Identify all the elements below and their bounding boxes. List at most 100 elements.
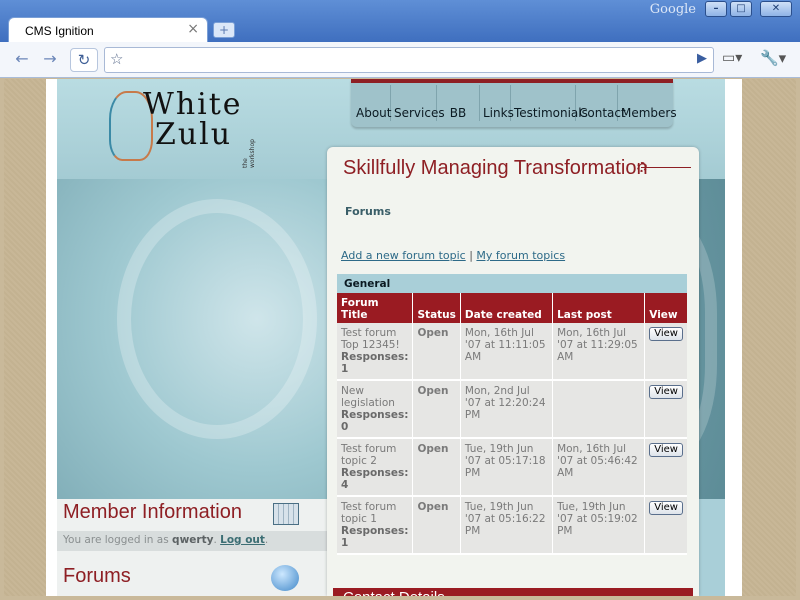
logo-word-2: Zulu: [155, 117, 233, 152]
table-row: Test forum topic 1 Responses: 1 Open Tue, …: [337, 496, 687, 555]
topic-title: New legislation: [341, 385, 395, 409]
nav-item-testimonials[interactable]: Testimonials: [511, 85, 588, 121]
table-row: Test forum Top 12345! Responses: 1 Open Mo…: [337, 323, 687, 381]
created-cell: Mon, 2nd Jul '07 at 12:20:24 PM: [460, 380, 554, 439]
member-info-heading: Member Information: [63, 501, 242, 523]
photo-figure: [117, 199, 317, 439]
view-button[interactable]: View: [649, 443, 683, 457]
page-viewport: White Zulu the workshop About Services B…: [4, 79, 796, 596]
view-cell: View: [644, 323, 687, 381]
calendar-icon: [273, 503, 299, 525]
view-button[interactable]: View: [649, 385, 683, 399]
last-post-cell: Mon, 16th Jul '07 at 11:29:05 AM: [552, 323, 646, 381]
created-cell: Tue, 19th Jun '07 at 05:17:18 PM: [460, 438, 554, 497]
add-topic-link[interactable]: Add a new forum topic: [341, 249, 466, 262]
nav-item-contact[interactable]: Contact: [576, 85, 626, 121]
created-cell: Mon, 16th Jul '07 at 11:11:05 AM: [460, 323, 554, 381]
site-logo[interactable]: White Zulu the workshop: [105, 87, 265, 177]
responses-label: Responses:: [341, 409, 409, 421]
topic-title: Test forum topic 1: [341, 501, 397, 525]
login-status: You are logged in as qwerty. Log out.: [57, 531, 327, 551]
view-cell: View: [644, 496, 687, 555]
view-cell: View: [644, 438, 687, 497]
sidebar: Member Information You are logged in as …: [57, 499, 327, 596]
google-label: Google: [649, 2, 696, 17]
title-ornament-line: [641, 167, 691, 168]
view-button[interactable]: View: [649, 501, 683, 515]
go-icon[interactable]: ▶: [697, 51, 707, 66]
status-cell: Open: [412, 496, 461, 555]
forum-table: General Forum Title Status Date created …: [337, 274, 687, 555]
link-separator: |: [469, 249, 473, 262]
topic-title: Test forum topic 2: [341, 443, 397, 467]
col-header-title: Forum Title: [337, 293, 414, 323]
topic-cell: New legislation Responses: 0: [337, 380, 414, 439]
logo-tagline: the workshop: [242, 139, 256, 168]
star-icon[interactable]: ☆: [110, 50, 123, 68]
topic-cell: Test forum Top 12345! Responses: 1: [337, 323, 414, 381]
topic-cell: Test forum topic 1 Responses: 1: [337, 496, 414, 555]
table-row: Test forum topic 2 Responses: 4 Open Tue, …: [337, 438, 687, 497]
wrench-icon[interactable]: 🔧▾: [760, 49, 786, 67]
col-header-status: Status: [412, 293, 461, 323]
browser-titlebar: Google – □ ✕ CMS Ignition × +: [0, 0, 800, 43]
status-cell: Open: [412, 323, 461, 381]
table-row: New legislation Responses: 0 Open Mon, 2nd…: [337, 380, 687, 439]
created-cell: Tue, 19th Jun '07 at 05:16:22 PM: [460, 496, 554, 555]
content-card: Skillfully Managing Transformation Forum…: [327, 147, 699, 596]
my-topics-link[interactable]: My forum topics: [476, 249, 565, 262]
nav-item-about[interactable]: About: [353, 85, 391, 121]
nav-top-stripe: [351, 79, 673, 83]
forums-subtitle: Forums: [345, 205, 391, 218]
chat-bubble-icon: [271, 565, 299, 591]
page-menu-icon[interactable]: ▭▾: [722, 50, 742, 66]
logged-in-prefix: You are logged in as: [63, 534, 169, 546]
col-header-created: Date created: [460, 293, 554, 323]
browser-toolbar: ← → ↻ ☆ ▶ ▭▾ 🔧▾: [0, 42, 800, 78]
status-cell: Open: [412, 380, 461, 439]
topic-cell: Test forum topic 2 Responses: 4: [337, 438, 414, 497]
responses-label: Responses:: [341, 525, 409, 537]
main-nav: About Services BB BEE Links Testimonials…: [351, 79, 677, 176]
tab-close-icon[interactable]: ×: [187, 21, 199, 37]
responses-count: 1: [341, 363, 349, 375]
last-post-cell: Mon, 16th Jul '07 at 05:46:42 AM: [552, 438, 646, 497]
col-header-last-post: Last post: [552, 293, 646, 323]
browser-tab[interactable]: CMS Ignition ×: [8, 17, 208, 43]
tab-title: CMS Ignition: [25, 24, 94, 38]
forward-icon[interactable]: →: [38, 49, 62, 71]
view-cell: View: [644, 380, 687, 439]
responses-count: 4: [341, 479, 349, 491]
new-tab-button[interactable]: +: [213, 22, 235, 38]
nav-item-bbbee[interactable]: BB BEE: [437, 85, 480, 176]
reload-icon[interactable]: ↻: [70, 48, 98, 72]
username: qwerty: [172, 534, 214, 546]
logout-link[interactable]: Log out: [220, 534, 265, 546]
minimize-icon[interactable]: –: [705, 1, 727, 17]
page-sheet: White Zulu the workshop About Services B…: [46, 79, 742, 596]
responses-count: 0: [341, 421, 349, 433]
responses-count: 1: [341, 537, 349, 549]
nav-item-services[interactable]: Services: [391, 85, 445, 121]
last-post-cell: Tue, 19th Jun '07 at 05:19:02 PM: [552, 496, 646, 555]
col-header-view: View: [644, 293, 687, 323]
forums-heading: Forums: [63, 565, 131, 587]
last-post-cell: [552, 380, 646, 439]
back-icon[interactable]: ←: [10, 49, 34, 71]
maximize-icon[interactable]: □: [730, 1, 752, 17]
address-input[interactable]: [135, 51, 675, 69]
status-cell: Open: [412, 438, 461, 497]
responses-label: Responses:: [341, 467, 409, 479]
nav-item-members[interactable]: Members: [618, 85, 677, 121]
contact-details-heading: Contact Details: [333, 588, 693, 596]
topic-title: Test forum Top 12345!: [341, 327, 400, 351]
close-window-icon[interactable]: ✕: [760, 1, 792, 17]
responses-label: Responses:: [341, 351, 409, 363]
site-container: White Zulu the workshop About Services B…: [57, 79, 725, 596]
page-title: Skillfully Managing Transformation: [343, 157, 648, 179]
nav-item-links[interactable]: Links: [480, 85, 514, 121]
address-bar[interactable]: ☆ ▶: [104, 47, 714, 73]
forum-section-header: General: [337, 274, 687, 293]
view-button[interactable]: View: [649, 327, 683, 341]
forum-links: Add a new forum topic | My forum topics: [341, 249, 565, 262]
